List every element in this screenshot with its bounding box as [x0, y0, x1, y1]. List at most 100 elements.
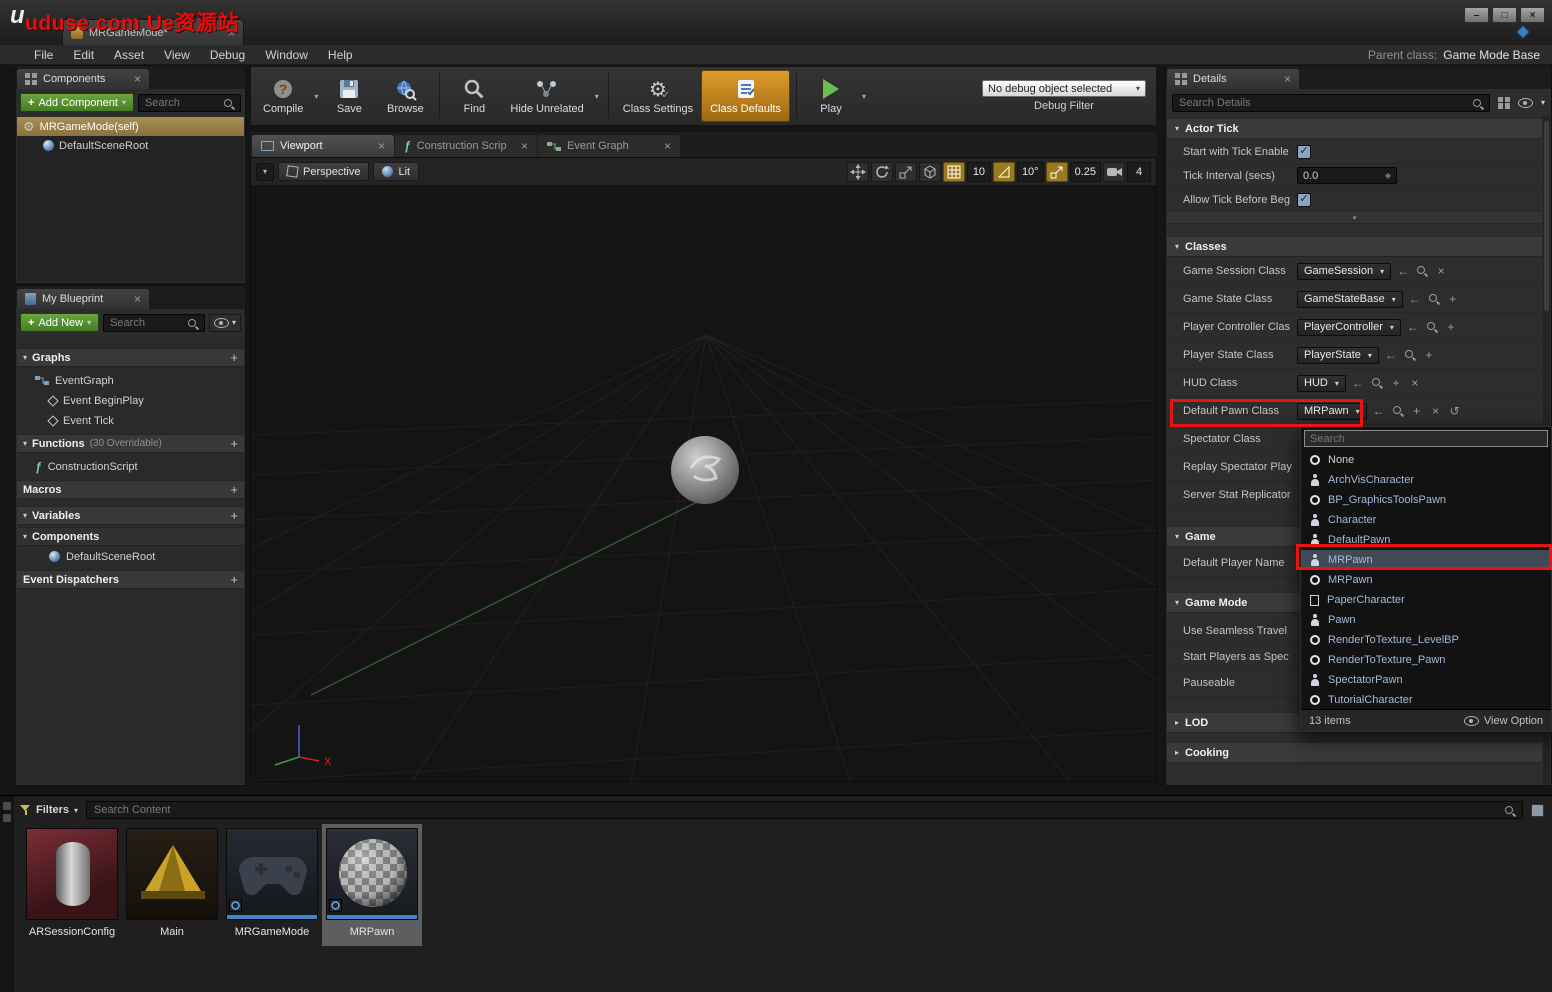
checkbox-checked[interactable]: ✓ — [1297, 145, 1311, 159]
menu-file[interactable]: File — [24, 48, 63, 62]
camera-speed-icon[interactable] — [1103, 162, 1125, 182]
components-tab[interactable]: Components × — [17, 69, 149, 89]
menu-edit[interactable]: Edit — [63, 48, 104, 62]
functions-section-header[interactable]: ▾ Functions (30 Overridable) + — [17, 434, 244, 453]
viewport-options-button[interactable]: ▾ — [256, 163, 274, 181]
asset-tile-arsessionconfig[interactable]: ARSessionConfig — [22, 824, 122, 946]
default-pawn-class-dropdown[interactable]: MRPawn▾ — [1297, 403, 1367, 420]
camera-speed-value[interactable]: 4 — [1127, 162, 1151, 182]
hud-class-dropdown[interactable]: HUD▾ — [1297, 375, 1346, 392]
add-icon[interactable]: + — [1446, 293, 1460, 305]
display-filter-eye-icon[interactable] — [1518, 98, 1533, 108]
browse-button[interactable]: Browse — [377, 70, 433, 122]
content-search-input[interactable] — [94, 804, 1500, 816]
use-selected-icon[interactable]: ← — [1406, 321, 1420, 333]
minimize-button[interactable]: – — [1464, 7, 1489, 23]
class-option-character[interactable]: Character — [1301, 510, 1551, 530]
add-icon[interactable]: + — [1444, 321, 1458, 333]
add-dispatcher-icon[interactable]: + — [230, 573, 238, 586]
graphs-section-header[interactable]: ▾ Graphs + — [17, 348, 244, 367]
component-item-self[interactable]: ⚙ MRGameMode(self) — [17, 117, 244, 136]
class-option-pawn[interactable]: Pawn — [1301, 610, 1551, 630]
variable-scene-root-item[interactable]: DefaultSceneRoot — [17, 547, 244, 566]
tick-interval-field[interactable]: ◆ — [1297, 167, 1397, 184]
section-actor-tick[interactable]: ▾ Actor Tick — [1167, 118, 1542, 139]
my-blueprint-close-icon[interactable]: × — [134, 293, 141, 305]
variables-section-header[interactable]: ▾ Variables + — [17, 506, 244, 525]
details-search-input[interactable] — [1179, 97, 1469, 109]
debug-object-select[interactable]: No debug object selected ▾ — [982, 80, 1146, 97]
class-option-archvischaracter[interactable]: ArchVisCharacter — [1301, 470, 1551, 490]
my-blueprint-tab[interactable]: My Blueprint × — [17, 289, 149, 309]
class-option-defaultpawn[interactable]: DefaultPawn — [1301, 530, 1551, 550]
menu-view[interactable]: View — [154, 48, 200, 62]
filters-button[interactable]: Filters ▾ — [20, 804, 78, 816]
game-state-class-dropdown[interactable]: GameStateBase▾ — [1297, 291, 1403, 308]
checkbox-checked[interactable]: ✓ — [1297, 193, 1311, 207]
viewport-canvas[interactable]: X — [251, 185, 1156, 781]
grid-snap-value[interactable]: 10 — [967, 162, 991, 182]
variables-components-category[interactable]: ▾ Components — [17, 527, 244, 546]
tick-interval-input[interactable] — [1303, 170, 1381, 182]
close-button[interactable]: × — [1520, 7, 1545, 23]
browse-icon[interactable] — [1391, 405, 1405, 417]
world-coordinate-icon[interactable] — [919, 162, 941, 182]
reset-icon[interactable]: ↺ — [1448, 405, 1462, 417]
lit-mode-button[interactable]: Lit — [373, 162, 419, 181]
menu-help[interactable]: Help — [318, 48, 363, 62]
play-options-icon[interactable]: ▾ — [859, 70, 869, 122]
tab-close-icon[interactable]: × — [378, 140, 385, 152]
class-option-tutorialcharacter[interactable]: TutorialCharacter — [1301, 690, 1551, 710]
browse-icon[interactable] — [1425, 321, 1439, 333]
class-option-none[interactable]: None — [1301, 450, 1551, 470]
player-controller-class-dropdown[interactable]: PlayerController▾ — [1297, 319, 1401, 336]
tab-close-icon[interactable]: × — [664, 140, 671, 152]
game-session-class-dropdown[interactable]: GameSession▾ — [1297, 263, 1391, 280]
add-new-button[interactable]: + Add New ▾ — [20, 313, 99, 332]
tab-close-icon[interactable]: × — [521, 140, 528, 152]
use-selected-icon[interactable]: ← — [1408, 293, 1422, 305]
component-item-scene-root[interactable]: DefaultSceneRoot — [17, 136, 244, 155]
perspective-button[interactable]: Perspective — [278, 162, 369, 181]
player-state-class-dropdown[interactable]: PlayerState▾ — [1297, 347, 1379, 364]
save-button[interactable]: Save — [321, 70, 377, 122]
section-classes[interactable]: ▾ Classes — [1167, 236, 1542, 257]
scale-tool-icon[interactable] — [895, 162, 917, 182]
class-option-papercharacter[interactable]: PaperCharacter — [1301, 590, 1551, 610]
my-blueprint-search-input[interactable] — [110, 317, 184, 329]
class-option-rendertotexture-levelbp[interactable]: RenderToTexture_LevelBP — [1301, 630, 1551, 650]
class-defaults-button[interactable]: Class Defaults — [701, 70, 790, 122]
macros-section-header[interactable]: Macros + — [17, 480, 244, 499]
dock-icon[interactable] — [3, 802, 11, 810]
class-picker-search-input[interactable] — [1310, 433, 1542, 445]
browse-icon[interactable] — [1427, 293, 1441, 305]
class-option-bp-graphicstoolspawn[interactable]: BP_GraphicsToolsPawn — [1301, 490, 1551, 510]
view-options-button[interactable]: View Option — [1464, 715, 1543, 727]
class-option-spectatorpawn[interactable]: SpectatorPawn — [1301, 670, 1551, 690]
use-selected-icon[interactable]: ← — [1396, 265, 1410, 277]
asset-tile-main[interactable]: Main — [122, 824, 222, 946]
menu-asset[interactable]: Asset — [104, 48, 154, 62]
clear-icon[interactable]: × — [1408, 377, 1422, 389]
save-all-icon[interactable] — [1531, 804, 1544, 817]
class-settings-button[interactable]: ⚙ ✓ Class Settings — [615, 70, 701, 122]
scale-snap-icon[interactable] — [1046, 162, 1068, 182]
add-icon[interactable]: + — [1422, 349, 1436, 361]
maximize-button[interactable]: □ — [1492, 7, 1517, 23]
clear-icon[interactable]: × — [1434, 265, 1448, 277]
browse-icon[interactable] — [1403, 349, 1417, 361]
details-tab[interactable]: Details × — [1167, 69, 1299, 89]
asset-tile-mrgamemode[interactable]: MRGameMode — [222, 824, 322, 946]
asset-tile-mrpawn[interactable]: MRPawn — [322, 824, 422, 946]
use-selected-icon[interactable]: ← — [1372, 405, 1386, 417]
drag-spinner-icon[interactable]: ◆ — [1385, 171, 1391, 180]
translate-tool-icon[interactable] — [847, 162, 869, 182]
rotation-snap-value[interactable]: 10° — [1017, 162, 1044, 182]
tab-event-graph[interactable]: Event Graph × — [538, 135, 680, 157]
tab-viewport[interactable]: Viewport × — [252, 135, 394, 157]
class-option-rendertotexture-pawn[interactable]: RenderToTexture_Pawn — [1301, 650, 1551, 670]
compile-button[interactable]: ? Compile — [255, 70, 311, 122]
event-begin-play-item[interactable]: Event BeginPlay — [17, 391, 244, 410]
add-component-button[interactable]: + Add Component ▾ — [20, 93, 134, 112]
menu-debug[interactable]: Debug — [200, 48, 255, 62]
